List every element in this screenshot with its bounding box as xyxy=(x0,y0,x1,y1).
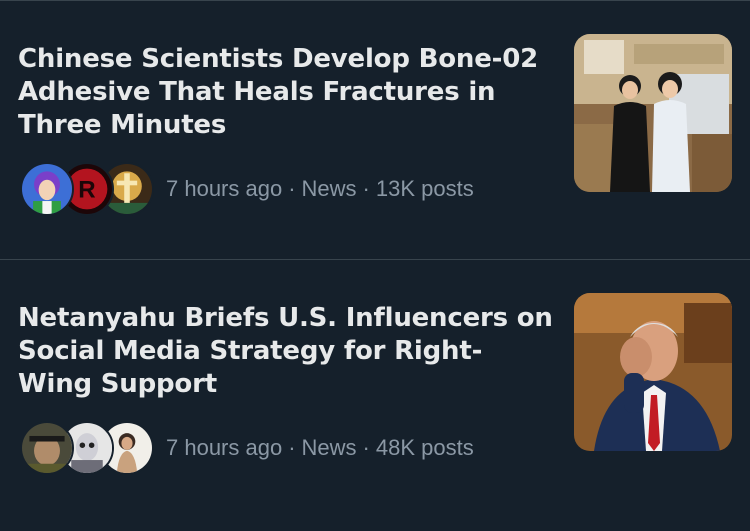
story-headline[interactable]: Netanyahu Briefs U.S. Influencers on Soc… xyxy=(18,302,553,401)
story-time: 7 hours ago xyxy=(166,176,283,201)
story-post-count: 48K posts xyxy=(375,435,474,460)
avatar-group: R xyxy=(20,161,154,217)
separator: · xyxy=(288,435,296,460)
story-meta: 7 hours ago · News · 48K posts xyxy=(166,435,474,461)
story-thumbnail[interactable] xyxy=(574,34,732,192)
separator: · xyxy=(288,176,296,201)
story-post-count: 13K posts xyxy=(375,176,474,201)
trending-feed: Chinese Scientists Develop Bone-02 Adhes… xyxy=(0,0,750,531)
story-thumbnail[interactable] xyxy=(574,293,732,451)
avatar-group xyxy=(20,420,154,476)
story-category: News xyxy=(301,176,357,201)
avatar xyxy=(20,162,74,216)
avatar xyxy=(20,421,74,475)
svg-text:R: R xyxy=(78,176,95,203)
story-meta-row: R 7 hours ago · News · 13K posts xyxy=(20,161,474,217)
trending-story[interactable]: Netanyahu Briefs U.S. Influencers on Soc… xyxy=(0,260,750,518)
story-category: News xyxy=(301,435,357,460)
story-meta: 7 hours ago · News · 13K posts xyxy=(166,176,474,202)
story-meta-row: 7 hours ago · News · 48K posts xyxy=(20,420,474,476)
story-time: 7 hours ago xyxy=(166,435,283,460)
trending-story[interactable]: Chinese Scientists Develop Bone-02 Adhes… xyxy=(0,1,750,259)
separator: · xyxy=(362,435,370,460)
story-headline[interactable]: Chinese Scientists Develop Bone-02 Adhes… xyxy=(18,43,553,142)
separator: · xyxy=(362,176,370,201)
